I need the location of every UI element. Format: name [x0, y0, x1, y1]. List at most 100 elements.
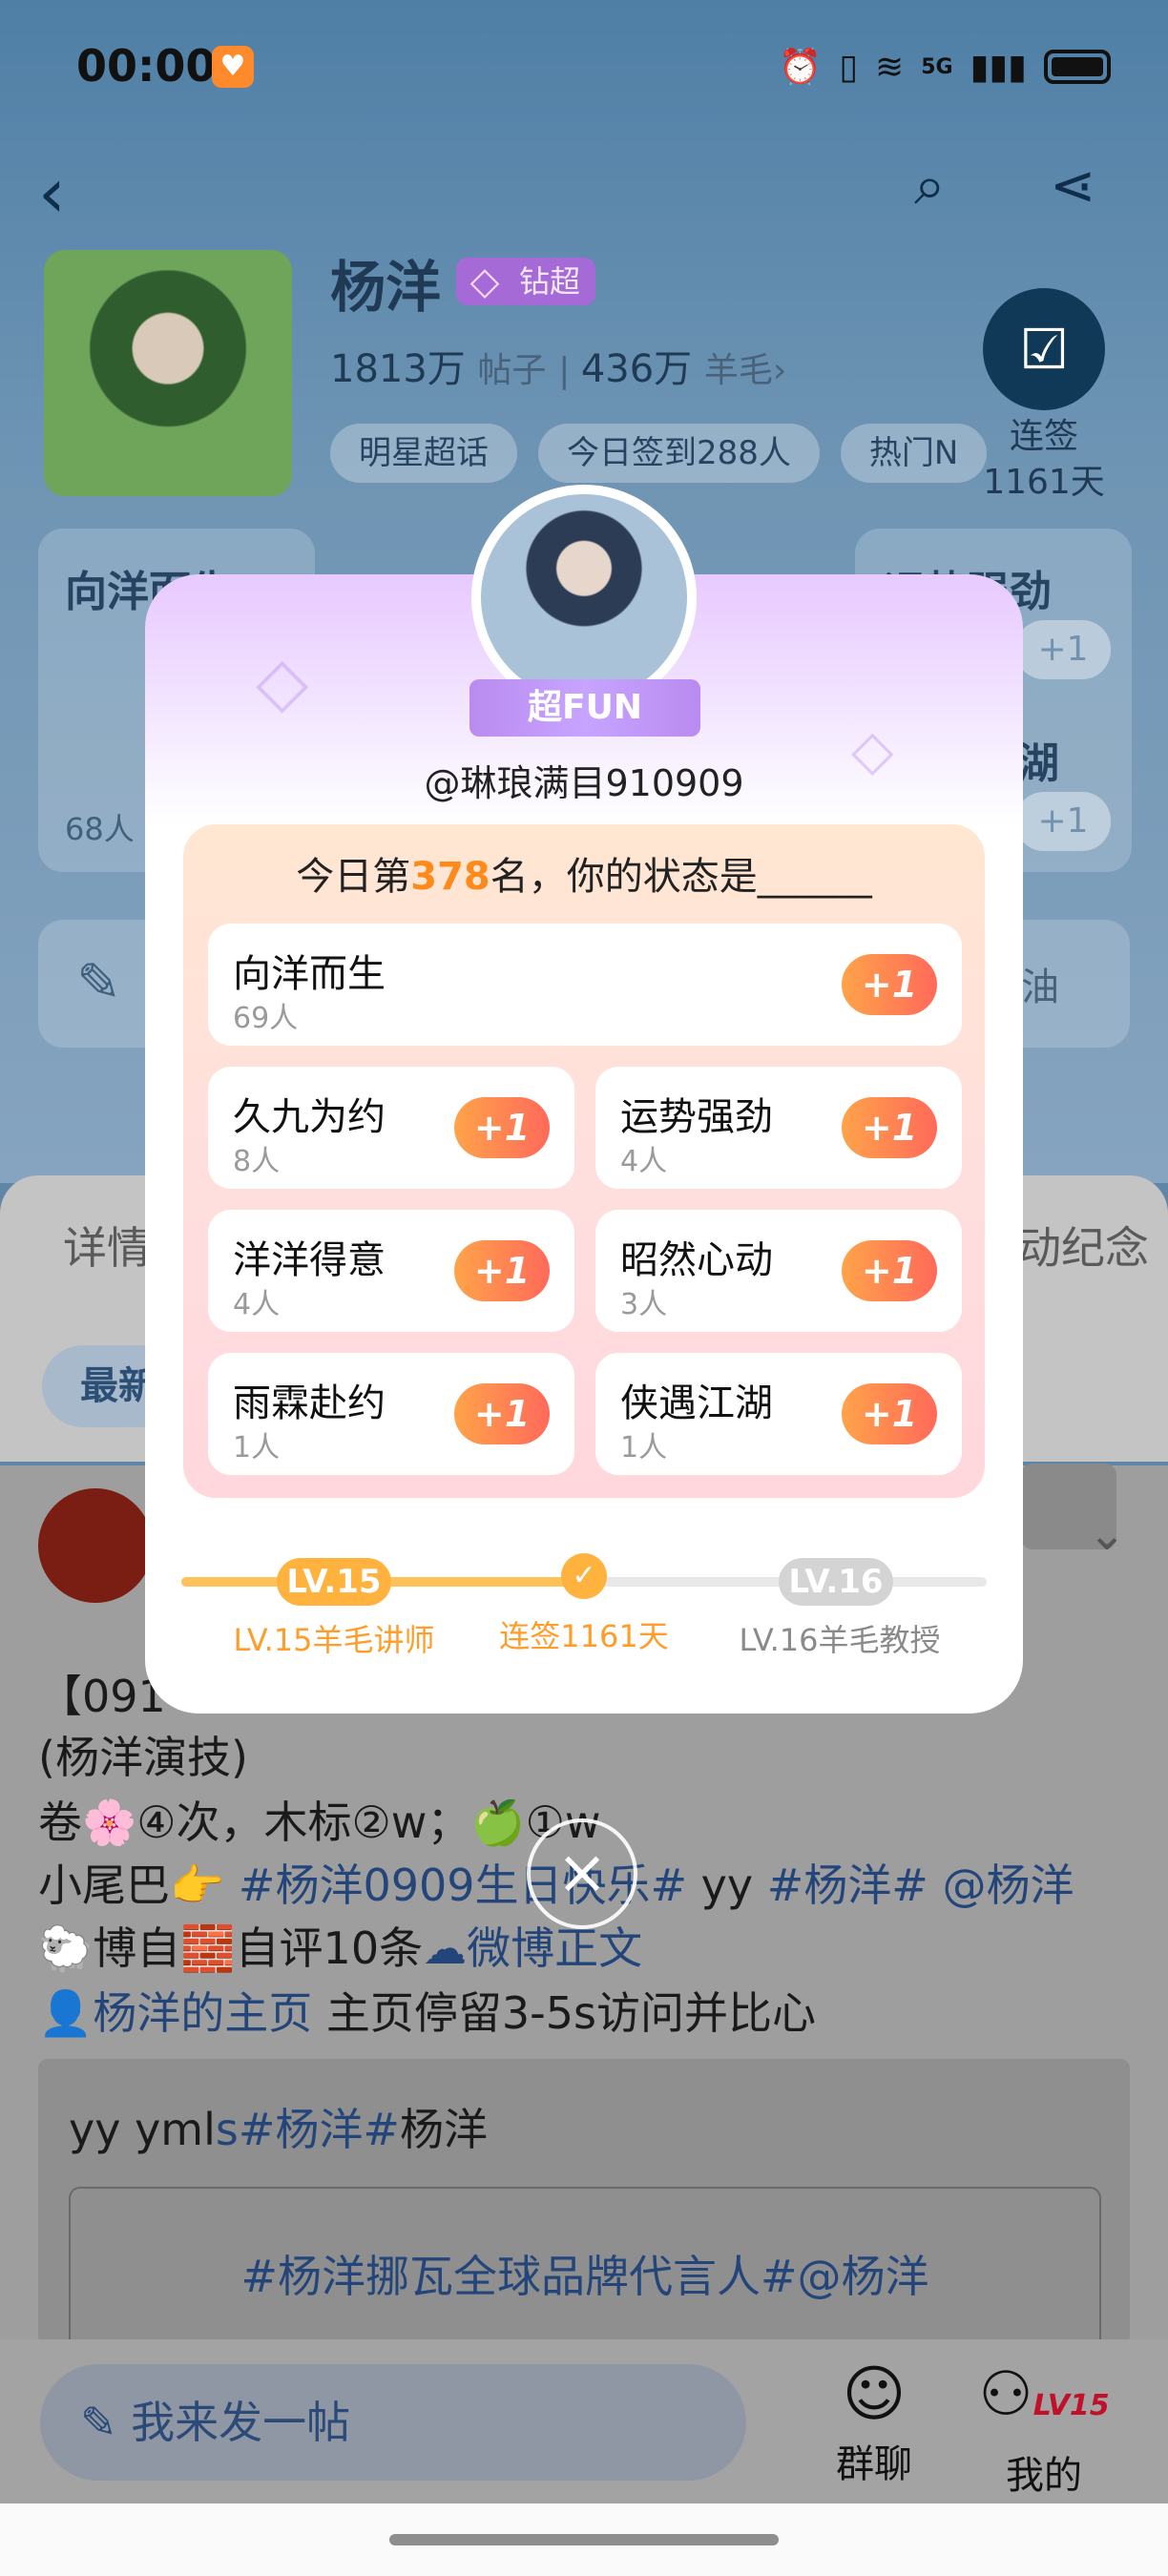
heart-notification-icon: ♥: [212, 46, 254, 88]
topic-link[interactable]: s#杨洋#: [216, 2104, 400, 2155]
weibo-text-link[interactable]: ☁微博正文: [423, 1922, 642, 1974]
option-title: 久九为约: [233, 1095, 386, 1139]
modal-username: @琳琅满目910909: [424, 762, 744, 804]
pencil-icon: ✎: [80, 2397, 132, 2448]
user-icon: ⚇LV15: [978, 2359, 1110, 2430]
status-question: 今日第378名，你的状态是______: [183, 845, 985, 901]
streak-label: 连签1161天: [499, 1618, 669, 1654]
chevron-right-icon: ›: [772, 351, 787, 390]
topic-stats: 1813万 帖子 | 436万 羊毛›: [330, 347, 787, 391]
status-option[interactable]: 久九为约 8人 +1: [208, 1067, 574, 1189]
group-chat-label: 群聊: [836, 2442, 912, 2486]
plus-one-button[interactable]: +1: [842, 1097, 937, 1158]
status-option[interactable]: 昭然心动 3人 +1: [595, 1210, 962, 1332]
option-count: 3人: [620, 1288, 668, 1321]
option-title: 运势强劲: [620, 1095, 773, 1139]
close-icon: ×: [556, 1838, 608, 1908]
status-option[interactable]: 雨霖赴约 1人 +1: [208, 1353, 574, 1475]
tab-details[interactable]: 详情: [63, 1214, 151, 1277]
mine-button[interactable]: ⚇LV15 我的: [977, 2357, 1111, 2500]
post-text: 🐑博自🧱自评10条: [38, 1922, 424, 1974]
option-count: 1人: [233, 1431, 281, 1465]
chevron-down-icon[interactable]: ⌄: [1088, 1507, 1126, 1561]
status-icons: ⏰ ▯ ≋ 5G ▮▮▮: [779, 44, 1111, 90]
post-text: yy: [687, 1859, 767, 1911]
post-line-6: 👤杨洋的主页 主页停留3-5s访问并比心: [38, 1979, 816, 2042]
topic-name: 杨洋: [330, 255, 442, 320]
bg-input-tail: 油: [1021, 966, 1059, 1009]
status-option[interactable]: 运势强劲 4人 +1: [595, 1067, 962, 1189]
quote-text-b: 杨洋: [399, 2104, 488, 2155]
posts-label: 帖子: [477, 351, 547, 390]
profile-link[interactable]: 👤杨洋的主页: [38, 1987, 312, 2039]
plus-one-button[interactable]: +1: [842, 1240, 937, 1301]
mention-link[interactable]: @杨洋: [928, 1859, 1074, 1911]
quote-inner-box[interactable]: #杨洋挪瓦全球品牌代言人#@杨洋: [69, 2187, 1101, 2362]
close-modal-button[interactable]: ×: [527, 1818, 637, 1929]
share-icon[interactable]: ⋖: [1050, 153, 1096, 218]
bg-plus-button[interactable]: +1: [1015, 792, 1111, 851]
posts-count: 1813万: [330, 347, 466, 391]
plus-one-button[interactable]: +1: [842, 1383, 937, 1444]
topic-avatar[interactable]: [44, 250, 292, 496]
wifi-icon: ≋: [875, 47, 905, 87]
group-chat-button[interactable]: ☺ 群聊: [807, 2357, 941, 2488]
mine-label: 我的: [1006, 2454, 1082, 2498]
user-avatar[interactable]: [481, 494, 687, 700]
option-count: 69人: [233, 1002, 299, 1035]
option-title: 洋洋得意: [233, 1238, 386, 1282]
network-label: 5G: [921, 54, 953, 79]
question-suffix: 名，你的状态是______: [490, 855, 872, 899]
sign-in-text: 连签: [1009, 417, 1078, 456]
post-text: 主页停留3-5s访问并比心: [312, 1987, 817, 2039]
search-icon[interactable]: ⌕: [914, 153, 945, 218]
quote-text: yy ymls#杨洋#杨洋: [69, 2095, 488, 2158]
plus-one-button[interactable]: +1: [454, 1383, 550, 1444]
edit-icon: ✎: [76, 952, 121, 1014]
back-arrow-icon[interactable]: ‹: [38, 153, 66, 233]
sign-in-days: 1161天: [983, 463, 1105, 502]
post-line-3: 卷🌸④次，木标②w；🍏①w: [38, 1788, 601, 1851]
option-count: 1人: [620, 1431, 668, 1465]
wool-label[interactable]: 羊毛: [704, 351, 773, 390]
level-badge: LV15: [1032, 2389, 1110, 2422]
topic-link[interactable]: #杨洋#: [767, 1859, 928, 1911]
post-line-3a: 卷🌸④次，木标②w；: [38, 1797, 471, 1848]
post-line-1-text: 【091: [38, 1671, 166, 1722]
chip-signin-today[interactable]: 今日签到288人: [538, 424, 820, 483]
battery-icon: [1044, 50, 1111, 84]
option-title: 侠遇江湖: [620, 1381, 773, 1425]
plus-one-button[interactable]: +1: [454, 1240, 550, 1301]
signal-icon: ▮▮▮: [970, 47, 1027, 87]
chip-hot[interactable]: 热门N: [840, 424, 988, 483]
vibrate-icon: ▯: [839, 47, 859, 87]
status-option[interactable]: 洋洋得意 4人 +1: [208, 1210, 574, 1332]
status-option[interactable]: 侠遇江湖 1人 +1: [595, 1353, 962, 1475]
quote-text-a: yy yml: [69, 2104, 216, 2155]
chip-star-topic[interactable]: 明星超话: [330, 424, 517, 483]
level-next-pill: LV.16: [779, 1558, 893, 1606]
ribbon-label: 超FUN: [469, 679, 700, 737]
diamond-icon: ◇: [469, 260, 500, 303]
sign-in-calendar-icon[interactable]: ☑: [983, 288, 1105, 410]
topic-chips: 明星超话 今日签到288人 热门N: [330, 424, 988, 483]
plus-one-button[interactable]: +1: [454, 1097, 550, 1158]
quote-inner-topic[interactable]: #杨洋挪瓦全球品牌代言人#@杨洋: [71, 2242, 1099, 2305]
status-option[interactable]: 向洋而生 69人 +1: [208, 924, 962, 1046]
level-current-label: LV.15羊毛讲师: [233, 1622, 435, 1658]
poster-avatar[interactable]: [38, 1488, 153, 1603]
compose-input[interactable]: ✎ 我来发一帖: [40, 2364, 746, 2481]
plus-one-button[interactable]: +1: [842, 954, 937, 1015]
post-line-5: 🐑博自🧱自评10条☁微博正文: [38, 1914, 642, 1977]
bg-plus-button[interactable]: +1: [1015, 620, 1111, 679]
group-chat-icon: ☺: [842, 2359, 907, 2430]
option-count: 8人: [233, 1145, 281, 1178]
check-icon: ✓: [561, 1553, 607, 1599]
level-next-label: LV.16羊毛教授: [739, 1622, 941, 1658]
option-title: 向洋而生: [233, 952, 386, 996]
question-prefix: 今日第: [296, 855, 411, 899]
level-current-pill: LV.15: [277, 1558, 391, 1606]
wool-count: 436万: [580, 347, 693, 391]
alarm-icon: ⏰: [779, 48, 823, 87]
home-indicator[interactable]: [389, 2534, 779, 2545]
